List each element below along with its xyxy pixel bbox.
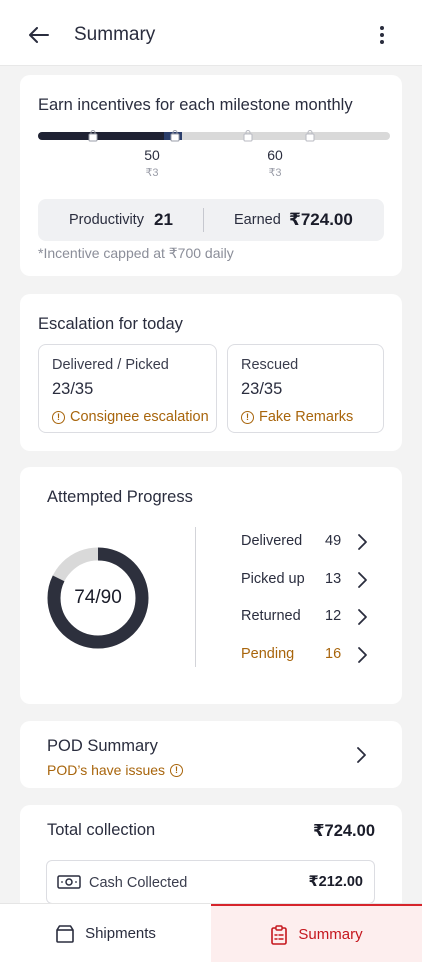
more-options-icon[interactable]	[372, 22, 392, 48]
donut-label: 74/90	[74, 587, 122, 608]
divider	[195, 527, 196, 667]
escalation-warning-text: Consignee escalation	[70, 409, 209, 425]
milestone-value: 60	[267, 147, 283, 163]
page-title: Summary	[74, 24, 156, 45]
tab-summary-label: Summary	[298, 926, 363, 943]
clipboard-icon	[271, 924, 288, 945]
warning-icon: !	[241, 410, 254, 424]
escalation-warning: ! Fake Remarks	[241, 409, 353, 425]
progress-row-pending[interactable]: Pending 16	[241, 646, 371, 666]
lock-icon	[305, 130, 315, 142]
escalation-label: Rescued	[241, 357, 299, 373]
incentive-cap-note: *Incentive capped at ₹700 daily	[38, 245, 234, 261]
progress-row-count: 16	[325, 646, 342, 662]
cash-collected-value: ₹212.00	[308, 874, 363, 890]
chevron-right-icon	[357, 747, 366, 763]
milestone-reward: ₹3	[145, 167, 159, 179]
progress-row-count: 49	[325, 533, 342, 549]
escalation-warning-text: Fake Remarks	[259, 409, 354, 425]
escalation-value: 23/35	[241, 380, 283, 398]
lock-icon	[243, 130, 253, 142]
divider	[203, 208, 204, 232]
escalation-box-rescued[interactable]: Rescued 23/35 ! Fake Remarks	[227, 344, 384, 433]
productivity-box: Productivity 21 Earned ₹724.00	[38, 199, 384, 241]
earned-label: Earned	[234, 212, 281, 228]
milestone-progress-fill	[38, 132, 182, 140]
bottom-navigation: Shipments Summary	[0, 903, 422, 962]
lock-icon	[170, 130, 180, 142]
progress-row-count: 12	[325, 608, 342, 624]
escalation-label: Delivered / Picked	[52, 357, 169, 373]
warning-icon: !	[52, 410, 65, 424]
total-collection-value: ₹724.00	[313, 822, 375, 840]
tab-shipments[interactable]: Shipments	[0, 904, 211, 962]
progress-row-count: 13	[325, 571, 342, 587]
incentive-title: Earn incentives for each milestone month…	[38, 96, 353, 114]
tab-shipments-label: Shipments	[85, 925, 156, 942]
progress-row-delivered[interactable]: Delivered 49	[241, 533, 371, 553]
chevron-right-icon	[358, 609, 367, 625]
tab-summary[interactable]: Summary	[211, 904, 422, 962]
chevron-right-icon	[358, 534, 367, 550]
progress-row-label: Delivered	[241, 533, 303, 549]
cash-collected-row: Cash Collected ₹212.00	[46, 860, 375, 904]
lock-icon	[88, 130, 98, 142]
productivity-label: Productivity	[69, 212, 144, 228]
earned-value: ₹724.00	[289, 210, 353, 229]
milestone-value: 50	[144, 147, 160, 163]
escalation-box-delivered[interactable]: Delivered / Picked 23/35 ! Consignee esc…	[38, 344, 217, 433]
cash-icon	[57, 875, 81, 889]
escalation-card: Escalation for today Delivered / Picked …	[20, 294, 402, 451]
escalation-title: Escalation for today	[38, 315, 183, 333]
milestone-reward: ₹3	[268, 167, 282, 179]
incentive-card: Earn incentives for each milestone month…	[20, 75, 402, 276]
pod-title: POD Summary	[47, 737, 158, 755]
warning-icon: !	[170, 763, 184, 777]
back-arrow-icon[interactable]	[26, 22, 52, 48]
box-icon	[56, 924, 74, 943]
escalation-warning: ! Consignee escalation	[52, 409, 209, 425]
progress-title: Attempted Progress	[47, 488, 193, 506]
cash-collected-label: Cash Collected	[89, 875, 188, 891]
progress-row-label: Pending	[241, 646, 295, 662]
productivity-value: 21	[154, 210, 173, 229]
progress-row-picked-up[interactable]: Picked up 13	[241, 571, 371, 591]
pod-warning-text: POD’s have issues	[47, 762, 166, 778]
pod-warning: POD’s have issues !	[47, 762, 184, 778]
chevron-right-icon	[358, 647, 367, 663]
progress-row-label: Picked up	[241, 571, 305, 587]
progress-row-label: Returned	[241, 608, 301, 624]
chevron-right-icon	[358, 572, 367, 588]
pod-summary-card[interactable]: POD Summary POD’s have issues !	[20, 721, 402, 788]
total-collection-title: Total collection	[47, 821, 156, 839]
escalation-value: 23/35	[52, 380, 94, 398]
app-header: Summary	[0, 0, 422, 66]
attempted-progress-card: Attempted Progress 74/90 Delivered 49 Pi…	[20, 467, 402, 704]
progress-row-returned[interactable]: Returned 12	[241, 608, 371, 628]
